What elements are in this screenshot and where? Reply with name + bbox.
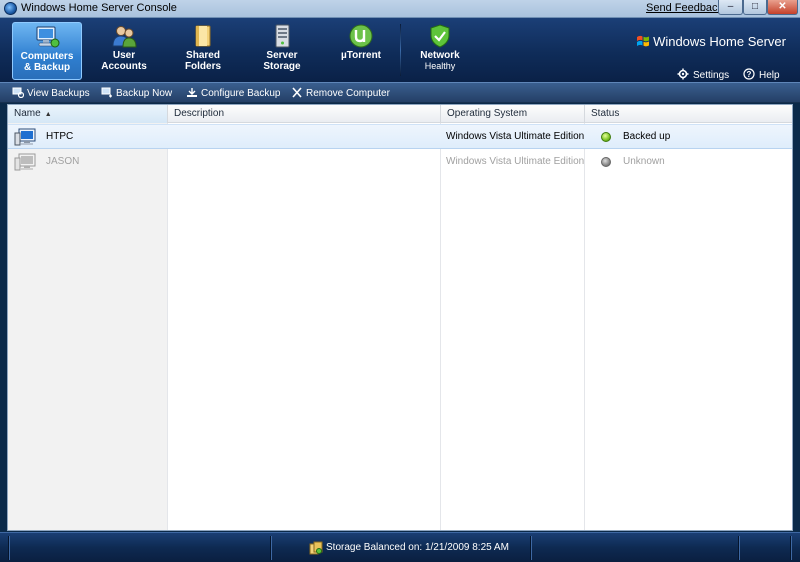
table-row[interactable]: HTPC Windows Vista Ultimate Edition Back…	[8, 124, 792, 149]
tab-label-line1: µTorrent	[340, 50, 382, 61]
tab-label-line1: User	[112, 50, 136, 61]
tab-utorrent[interactable]: µTorrent	[325, 22, 397, 80]
maximize-button[interactable]: □	[743, 0, 767, 15]
status-unknown-icon	[601, 157, 611, 167]
nav-divider	[400, 24, 401, 76]
computer-status: Backed up	[623, 131, 671, 142]
column-header-name[interactable]: Name ▲	[8, 105, 168, 123]
users-icon	[112, 26, 137, 48]
column-headers: Name ▲ Description Operating System Statu…	[8, 105, 792, 123]
column-divider	[167, 123, 168, 530]
settings-label: Settings	[693, 70, 730, 81]
send-feedback-link[interactable]: Send Feedback	[646, 2, 723, 14]
tab-label-line2: & Backup	[23, 62, 71, 73]
help-button[interactable]: ? Help	[743, 68, 780, 81]
tab-user-accounts[interactable]: User Accounts	[88, 22, 160, 80]
configure-backup-icon	[187, 88, 197, 97]
tab-label-line1: Computers	[20, 51, 74, 62]
column-divider	[584, 123, 585, 530]
remove-computer-button[interactable]: Remove Computer	[291, 87, 390, 99]
backup-now-label: Backup Now	[116, 88, 173, 99]
remove-computer-label: Remove Computer	[306, 88, 390, 99]
tab-label-line1: Shared	[186, 50, 220, 61]
title-bar: Windows Home Server Console Send Feedbac…	[0, 0, 800, 18]
computer-icon	[14, 128, 36, 146]
gear-icon	[677, 68, 689, 80]
tab-label-line2: Accounts	[101, 61, 147, 72]
storage-balanced-icon	[309, 541, 323, 555]
logo-text: Windows Home Server	[653, 34, 786, 49]
help-label: Help	[759, 70, 780, 81]
status-divider	[270, 536, 271, 560]
tab-computers-backup[interactable]: Computers & Backup	[12, 22, 82, 80]
computer-name: JASON	[46, 156, 80, 167]
tab-label-line2: Storage	[263, 61, 301, 72]
computer-status: Unknown	[623, 156, 665, 167]
view-backups-icon	[12, 87, 24, 98]
tab-shared-folders[interactable]: Shared Folders	[167, 22, 239, 80]
utorrent-icon	[349, 24, 373, 48]
computers-list: Name ▲ Description Operating System Statu…	[7, 104, 793, 531]
configure-backup-label: Configure Backup	[201, 88, 281, 99]
sort-ascending-icon: ▲	[44, 111, 52, 118]
folder-icon	[195, 25, 211, 47]
column-name-label: Name	[14, 108, 41, 119]
status-divider	[8, 536, 9, 560]
storage-status-text: Storage Balanced on: 1/21/2009 8:25 AM	[326, 542, 509, 553]
server-icon	[275, 24, 290, 48]
network-status-button[interactable]: Network Healthy	[404, 22, 476, 80]
tab-label-line1: Server	[266, 50, 298, 61]
column-header-description[interactable]: Description	[168, 105, 441, 123]
network-label: Network	[420, 50, 460, 61]
view-backups-label: View Backups	[27, 88, 90, 99]
status-bar: Storage Balanced on: 1/21/2009 8:25 AM	[0, 532, 800, 562]
computer-os: Windows Vista Ultimate Edition	[446, 156, 585, 167]
windows-flag-icon	[637, 35, 650, 47]
backup-now-button[interactable]: Backup Now	[101, 87, 172, 99]
status-ok-icon	[601, 132, 611, 142]
computer-name: HTPC	[46, 131, 74, 142]
main-nav: Computers & Backup User Accounts Shared …	[0, 18, 800, 82]
column-header-os[interactable]: Operating System	[441, 105, 585, 123]
remove-x-icon	[292, 87, 302, 98]
tab-label-line2: Folders	[184, 61, 222, 72]
computer-icon	[14, 153, 36, 171]
help-icon: ?	[743, 68, 755, 80]
status-divider	[530, 536, 531, 560]
table-row[interactable]: JASON Windows Vista Ultimate Edition Unk…	[8, 150, 792, 175]
status-divider	[738, 536, 739, 560]
window-title: Windows Home Server Console	[21, 2, 177, 14]
windows-home-server-logo: Windows Home Server	[636, 34, 786, 49]
view-backups-button[interactable]: View Backups	[12, 87, 90, 99]
tab-server-storage[interactable]: Server Storage	[246, 22, 318, 80]
status-divider	[790, 536, 791, 560]
shield-check-icon	[430, 24, 450, 48]
toolbar: View Backups Backup Now Configure Backup…	[0, 82, 800, 103]
network-status-text: Healthy	[424, 61, 456, 71]
backup-now-icon	[101, 87, 112, 98]
computer-os: Windows Vista Ultimate Edition	[446, 131, 585, 142]
computer-icon	[36, 26, 60, 48]
configure-backup-button[interactable]: Configure Backup	[186, 87, 281, 99]
app-icon	[4, 2, 17, 15]
column-divider	[440, 123, 441, 530]
column-header-status[interactable]: Status	[585, 105, 792, 123]
svg-text:?: ?	[747, 70, 752, 79]
settings-button[interactable]: Settings	[677, 68, 729, 81]
close-button[interactable]: ✕	[767, 0, 798, 15]
minimize-button[interactable]: –	[718, 0, 743, 15]
